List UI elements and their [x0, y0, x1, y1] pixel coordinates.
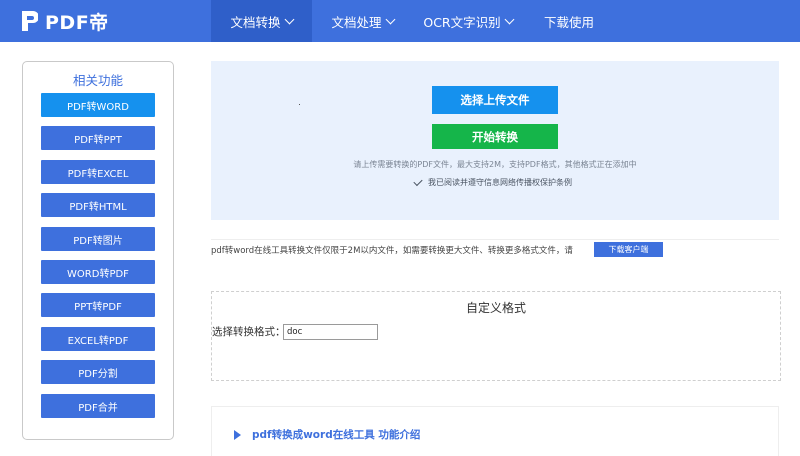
main-nav: 文档转换 文档处理 OCR文字识别 下载使用	[211, 0, 615, 42]
start-convert-button[interactable]: 开始转换	[432, 124, 558, 149]
sidebar-item-excel-to-pdf[interactable]: EXCEL转PDF	[41, 327, 155, 351]
triangle-right-icon	[234, 429, 241, 440]
nav-ocr[interactable]: OCR文字识别	[413, 0, 523, 42]
pdf-logo-icon	[20, 10, 38, 32]
sidebar-item-pdf-to-html[interactable]: PDF转HTML	[41, 193, 155, 217]
nav-label: 文档转换	[230, 14, 281, 30]
nav-download[interactable]: 下载使用	[523, 0, 615, 42]
chevron-down-icon	[385, 14, 395, 24]
sidebar-item-pdf-to-excel[interactable]: PDF转EXCEL	[41, 160, 155, 184]
decorative-dot	[299, 104, 300, 105]
divider	[211, 239, 779, 240]
format-input[interactable]	[283, 324, 378, 340]
top-header: PDF帝 文档转换 文档处理 OCR文字识别 下载使用	[0, 0, 800, 42]
sidebar-title: 相关功能	[72, 73, 123, 88]
upload-hint: 请上传需要转换的PDF文件，最大支持2M，支持PDF格式，其他格式正在添加中	[353, 160, 637, 169]
nav-doc-process[interactable]: 文档处理	[312, 0, 413, 42]
sidebar-item-pdf-to-word[interactable]: PDF转WORD	[41, 93, 155, 117]
sidebar-item-ppt-to-pdf[interactable]: PPT转PDF	[41, 293, 155, 317]
chevron-down-icon	[504, 14, 515, 24]
sidebar-item-word-to-pdf[interactable]: WORD转PDF	[41, 260, 155, 284]
agreement-text: 我已阅读并遵守信息网络传播权保护条例	[428, 178, 572, 187]
chevron-down-icon	[284, 14, 294, 24]
logo-text: PDF帝	[45, 11, 109, 34]
logo[interactable]: PDF帝	[20, 7, 109, 35]
related-functions-sidebar: 相关功能 PDF转WORD PDF转PPT PDF转EXCEL PDF转HTML…	[22, 61, 174, 440]
upload-panel: 选择上传文件 开始转换 请上传需要转换的PDF文件，最大支持2M，支持PDF格式…	[211, 61, 779, 220]
sidebar-item-pdf-merge[interactable]: PDF合并	[41, 394, 155, 418]
download-client-button[interactable]: 下载客户端	[594, 242, 663, 257]
sidebar-item-pdf-to-image[interactable]: PDF转图片	[41, 227, 155, 251]
custom-format-title: 自定义格式	[465, 301, 526, 315]
sidebar-item-pdf-to-ppt[interactable]: PDF转PPT	[41, 126, 155, 150]
nav-label: 文档处理	[331, 14, 382, 30]
checkmark-icon[interactable]	[413, 176, 423, 186]
agreement-row: 我已阅读并遵守信息网络传播权保护条例	[413, 176, 572, 188]
intro-section: pdf转换成word在线工具 功能介绍	[211, 406, 779, 456]
select-file-button[interactable]: 选择上传文件	[432, 86, 558, 114]
nav-label: OCR文字识别	[423, 14, 501, 30]
nav-doc-convert[interactable]: 文档转换	[211, 0, 312, 42]
format-label: 选择转换格式：	[212, 326, 286, 338]
size-limit-notice: pdf转word在线工具转换文件仅限于2M以内文件，如需要转换更大文件、转换更多…	[211, 246, 573, 256]
sidebar-item-pdf-split[interactable]: PDF分割	[41, 360, 155, 384]
intro-title: pdf转换成word在线工具 功能介绍	[252, 429, 421, 441]
nav-label: 下载使用	[543, 14, 594, 30]
intro-toggle[interactable]: pdf转换成word在线工具 功能介绍	[234, 427, 420, 442]
custom-format-box: 自定义格式 选择转换格式：	[211, 291, 781, 381]
